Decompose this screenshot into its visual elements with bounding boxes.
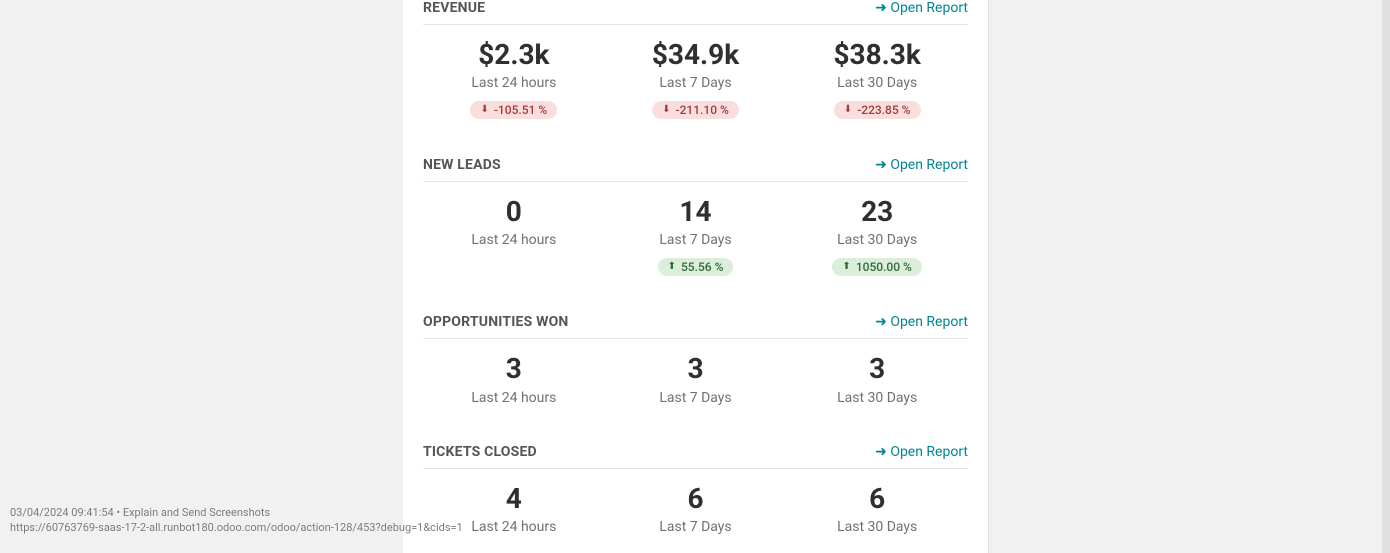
open-report-link[interactable]: ➜ Open Report — [875, 157, 968, 173]
metric-7d: 14 Last 7 Days ⬆ 55.56 % — [605, 196, 787, 276]
delta-value: -223.85 % — [857, 104, 910, 116]
delta-pill-up: ⬆ 55.56 % — [658, 258, 734, 276]
metric-period: Last 7 Days — [605, 232, 787, 248]
watermark-line-2: https://60763769-saas-17-2-all.runbot180… — [10, 521, 463, 536]
arrow-up-icon: ⬆ — [842, 262, 850, 272]
metric-30d: $38.3k Last 30 Days ⬇ -223.85 % — [786, 39, 968, 119]
section-header: TICKETS CLOSED ➜ Open Report — [423, 438, 968, 468]
delta-pill-down: ⬇ -223.85 % — [834, 101, 921, 119]
delta-value: -211.10 % — [676, 104, 729, 116]
open-report-link[interactable]: ➜ Open Report — [875, 0, 968, 16]
arrow-down-icon: ⬇ — [662, 105, 670, 115]
section-tickets-closed: TICKETS CLOSED ➜ Open Report 4 Last 24 h… — [403, 438, 988, 553]
metric-value: 23 — [786, 196, 968, 228]
metric-value: 3 — [786, 353, 968, 385]
section-header: NEW LEADS ➜ Open Report — [423, 151, 968, 181]
section-title: REVENUE — [423, 0, 485, 16]
metric-24h: $2.3k Last 24 hours ⬇ -105.51 % — [423, 39, 605, 119]
screenshot-watermark: 03/04/2024 09:41:54 • Explain and Send S… — [10, 506, 463, 536]
metric-value: $34.9k — [605, 39, 787, 71]
outer-scrollbar[interactable] — [1382, 0, 1390, 553]
section-title: TICKETS CLOSED — [423, 444, 537, 460]
dashboard-panel: REVENUE ➜ Open Report $2.3k Last 24 hour… — [403, 0, 989, 553]
metric-period: Last 7 Days — [605, 75, 787, 91]
section-title: NEW LEADS — [423, 157, 501, 173]
metric-30d: 6 Last 30 Days — [786, 483, 968, 535]
metric-24h: 3 Last 24 hours — [423, 353, 605, 405]
arrow-down-icon: ⬇ — [480, 105, 488, 115]
metric-period: Last 30 Days — [786, 519, 968, 535]
metric-value: 6 — [786, 483, 968, 515]
metric-value: 3 — [423, 353, 605, 385]
delta-pill-up: ⬆ 1050.00 % — [832, 258, 921, 276]
section-title: OPPORTUNITIES WON — [423, 314, 569, 330]
delta-value: 55.56 % — [681, 261, 723, 273]
metric-period: Last 24 hours — [423, 390, 605, 406]
metric-7d: 6 Last 7 Days — [605, 483, 787, 535]
arrow-up-icon: ⬆ — [668, 262, 676, 272]
metric-period: Last 30 Days — [786, 75, 968, 91]
metric-30d: 3 Last 30 Days — [786, 353, 968, 405]
open-report-link[interactable]: ➜ Open Report — [875, 314, 968, 330]
metrics-row: $2.3k Last 24 hours ⬇ -105.51 % $34.9k L… — [423, 25, 968, 139]
metrics-row: 3 Last 24 hours 3 Last 7 Days 3 Last 30 … — [423, 339, 968, 425]
metric-7d: 3 Last 7 Days — [605, 353, 787, 405]
section-header: REVENUE ➜ Open Report — [423, 0, 968, 24]
delta-pill-down: ⬇ -105.51 % — [470, 101, 557, 119]
metric-30d: 23 Last 30 Days ⬆ 1050.00 % — [786, 196, 968, 276]
arrow-down-icon: ⬇ — [844, 105, 852, 115]
delta-value: -105.51 % — [494, 104, 547, 116]
metric-value: 6 — [605, 483, 787, 515]
metric-value: $2.3k — [423, 39, 605, 71]
metric-7d: $34.9k Last 7 Days ⬇ -211.10 % — [605, 39, 787, 119]
metric-period: Last 30 Days — [786, 232, 968, 248]
metric-period: Last 24 hours — [423, 232, 605, 248]
metrics-row: 0 Last 24 hours 14 Last 7 Days ⬆ 55.56 %… — [423, 182, 968, 296]
metric-value: 14 — [605, 196, 787, 228]
metric-value: 3 — [605, 353, 787, 385]
metric-period: Last 24 hours — [423, 75, 605, 91]
metric-24h: 0 Last 24 hours — [423, 196, 605, 276]
section-revenue: REVENUE ➜ Open Report $2.3k Last 24 hour… — [403, 0, 988, 139]
metric-period: Last 7 Days — [605, 519, 787, 535]
metric-period: Last 7 Days — [605, 390, 787, 406]
metrics-row: 4 Last 24 hours 6 Last 7 Days 6 Last 30 … — [423, 469, 968, 553]
section-header: OPPORTUNITIES WON ➜ Open Report — [423, 308, 968, 338]
metric-period: Last 30 Days — [786, 390, 968, 406]
metric-value: 0 — [423, 196, 605, 228]
open-report-link[interactable]: ➜ Open Report — [875, 444, 968, 460]
watermark-line-1: 03/04/2024 09:41:54 • Explain and Send S… — [10, 506, 463, 521]
section-opportunities-won: OPPORTUNITIES WON ➜ Open Report 3 Last 2… — [403, 308, 988, 425]
section-new-leads: NEW LEADS ➜ Open Report 0 Last 24 hours … — [403, 151, 988, 296]
delta-pill-down: ⬇ -211.10 % — [652, 101, 739, 119]
delta-value: 1050.00 % — [856, 261, 912, 273]
metric-value: $38.3k — [786, 39, 968, 71]
scrollbar-thumb[interactable] — [1382, 0, 1390, 553]
